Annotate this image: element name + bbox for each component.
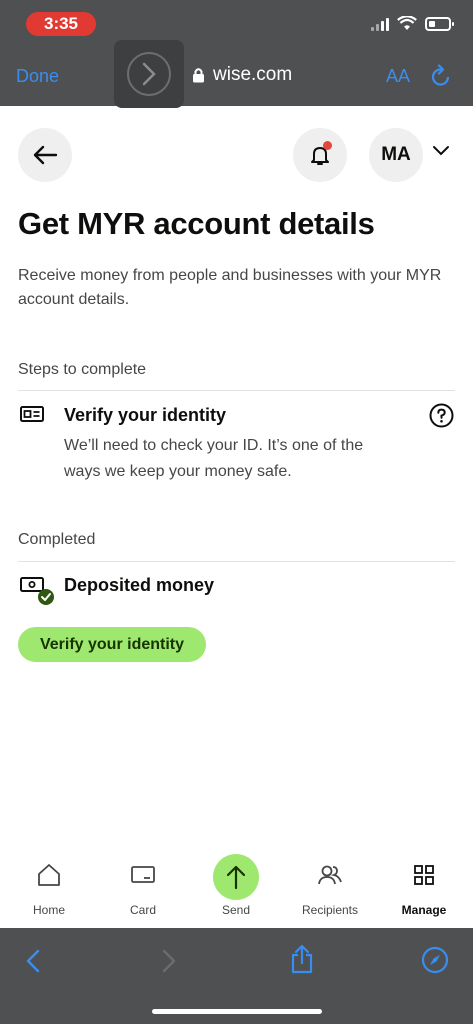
page-title: Get MYR account details xyxy=(18,206,375,241)
cellular-signal-icon xyxy=(371,17,389,31)
step-description: We’ll need to check your ID. It’s one of… xyxy=(64,437,364,480)
wifi-icon xyxy=(397,16,417,30)
bottom-nav: Home Card Send Recipients Manage xyxy=(0,848,473,928)
section-divider xyxy=(18,561,455,562)
url-text: wise.com xyxy=(213,64,293,85)
step-title: Verify your identity xyxy=(64,405,227,425)
share-icon[interactable] xyxy=(289,944,315,974)
card-icon xyxy=(131,866,155,883)
address-bar[interactable]: wise.com xyxy=(192,64,292,86)
text-size-button[interactable]: AA xyxy=(386,66,410,87)
page-subtitle: Receive money from people and businesses… xyxy=(18,267,442,308)
completed-section-label: Completed xyxy=(18,531,96,548)
browser-top-bar: 3:35 Done wise.com AA xyxy=(0,0,473,108)
status-icons xyxy=(371,16,454,31)
nav-label-manage: Manage xyxy=(401,903,447,917)
reload-icon[interactable] xyxy=(430,64,452,88)
avatar[interactable]: MA xyxy=(369,128,423,182)
steps-section-label: Steps to complete xyxy=(18,361,147,378)
nav-item-manage[interactable]: Manage xyxy=(377,848,471,917)
nav-item-recipients[interactable]: Recipients xyxy=(283,848,377,917)
battery-icon xyxy=(425,16,454,31)
nav-item-card[interactable]: Card xyxy=(96,848,190,917)
send-button[interactable] xyxy=(213,854,259,900)
done-button[interactable]: Done xyxy=(16,66,59,87)
notifications-button[interactable] xyxy=(293,128,347,182)
nav-label-card: Card xyxy=(129,903,156,917)
compass-icon[interactable] xyxy=(421,946,449,974)
chevron-right-icon xyxy=(142,62,156,86)
home-icon xyxy=(38,864,60,886)
nav-label-send: Send xyxy=(221,903,251,917)
nav-label-recipients: Recipients xyxy=(301,903,359,917)
verify-identity-button[interactable]: Verify your identity xyxy=(18,627,206,662)
chevron-down-icon[interactable] xyxy=(432,145,450,157)
help-icon[interactable] xyxy=(429,403,454,428)
grid-icon xyxy=(414,865,434,885)
id-card-icon xyxy=(20,406,44,422)
nav-label-home: Home xyxy=(32,903,65,917)
completed-step-title: Deposited money xyxy=(64,575,215,595)
browser-forward-icon[interactable] xyxy=(160,948,178,974)
browser-back-icon[interactable] xyxy=(24,948,42,974)
lock-icon xyxy=(193,68,204,83)
recipients-icon xyxy=(318,865,342,885)
send-arrow-icon xyxy=(226,865,246,890)
home-indicator xyxy=(152,1009,322,1014)
back-button[interactable] xyxy=(18,128,72,182)
section-divider xyxy=(18,390,455,391)
forward-swipe-overlay xyxy=(114,40,184,108)
nav-item-home[interactable]: Home xyxy=(2,848,96,917)
status-time: 3:35 xyxy=(26,12,96,36)
arrow-left-icon xyxy=(33,145,58,165)
notification-dot xyxy=(323,141,332,150)
nav-item-send[interactable]: Send xyxy=(189,848,283,917)
money-check-icon xyxy=(20,577,54,605)
